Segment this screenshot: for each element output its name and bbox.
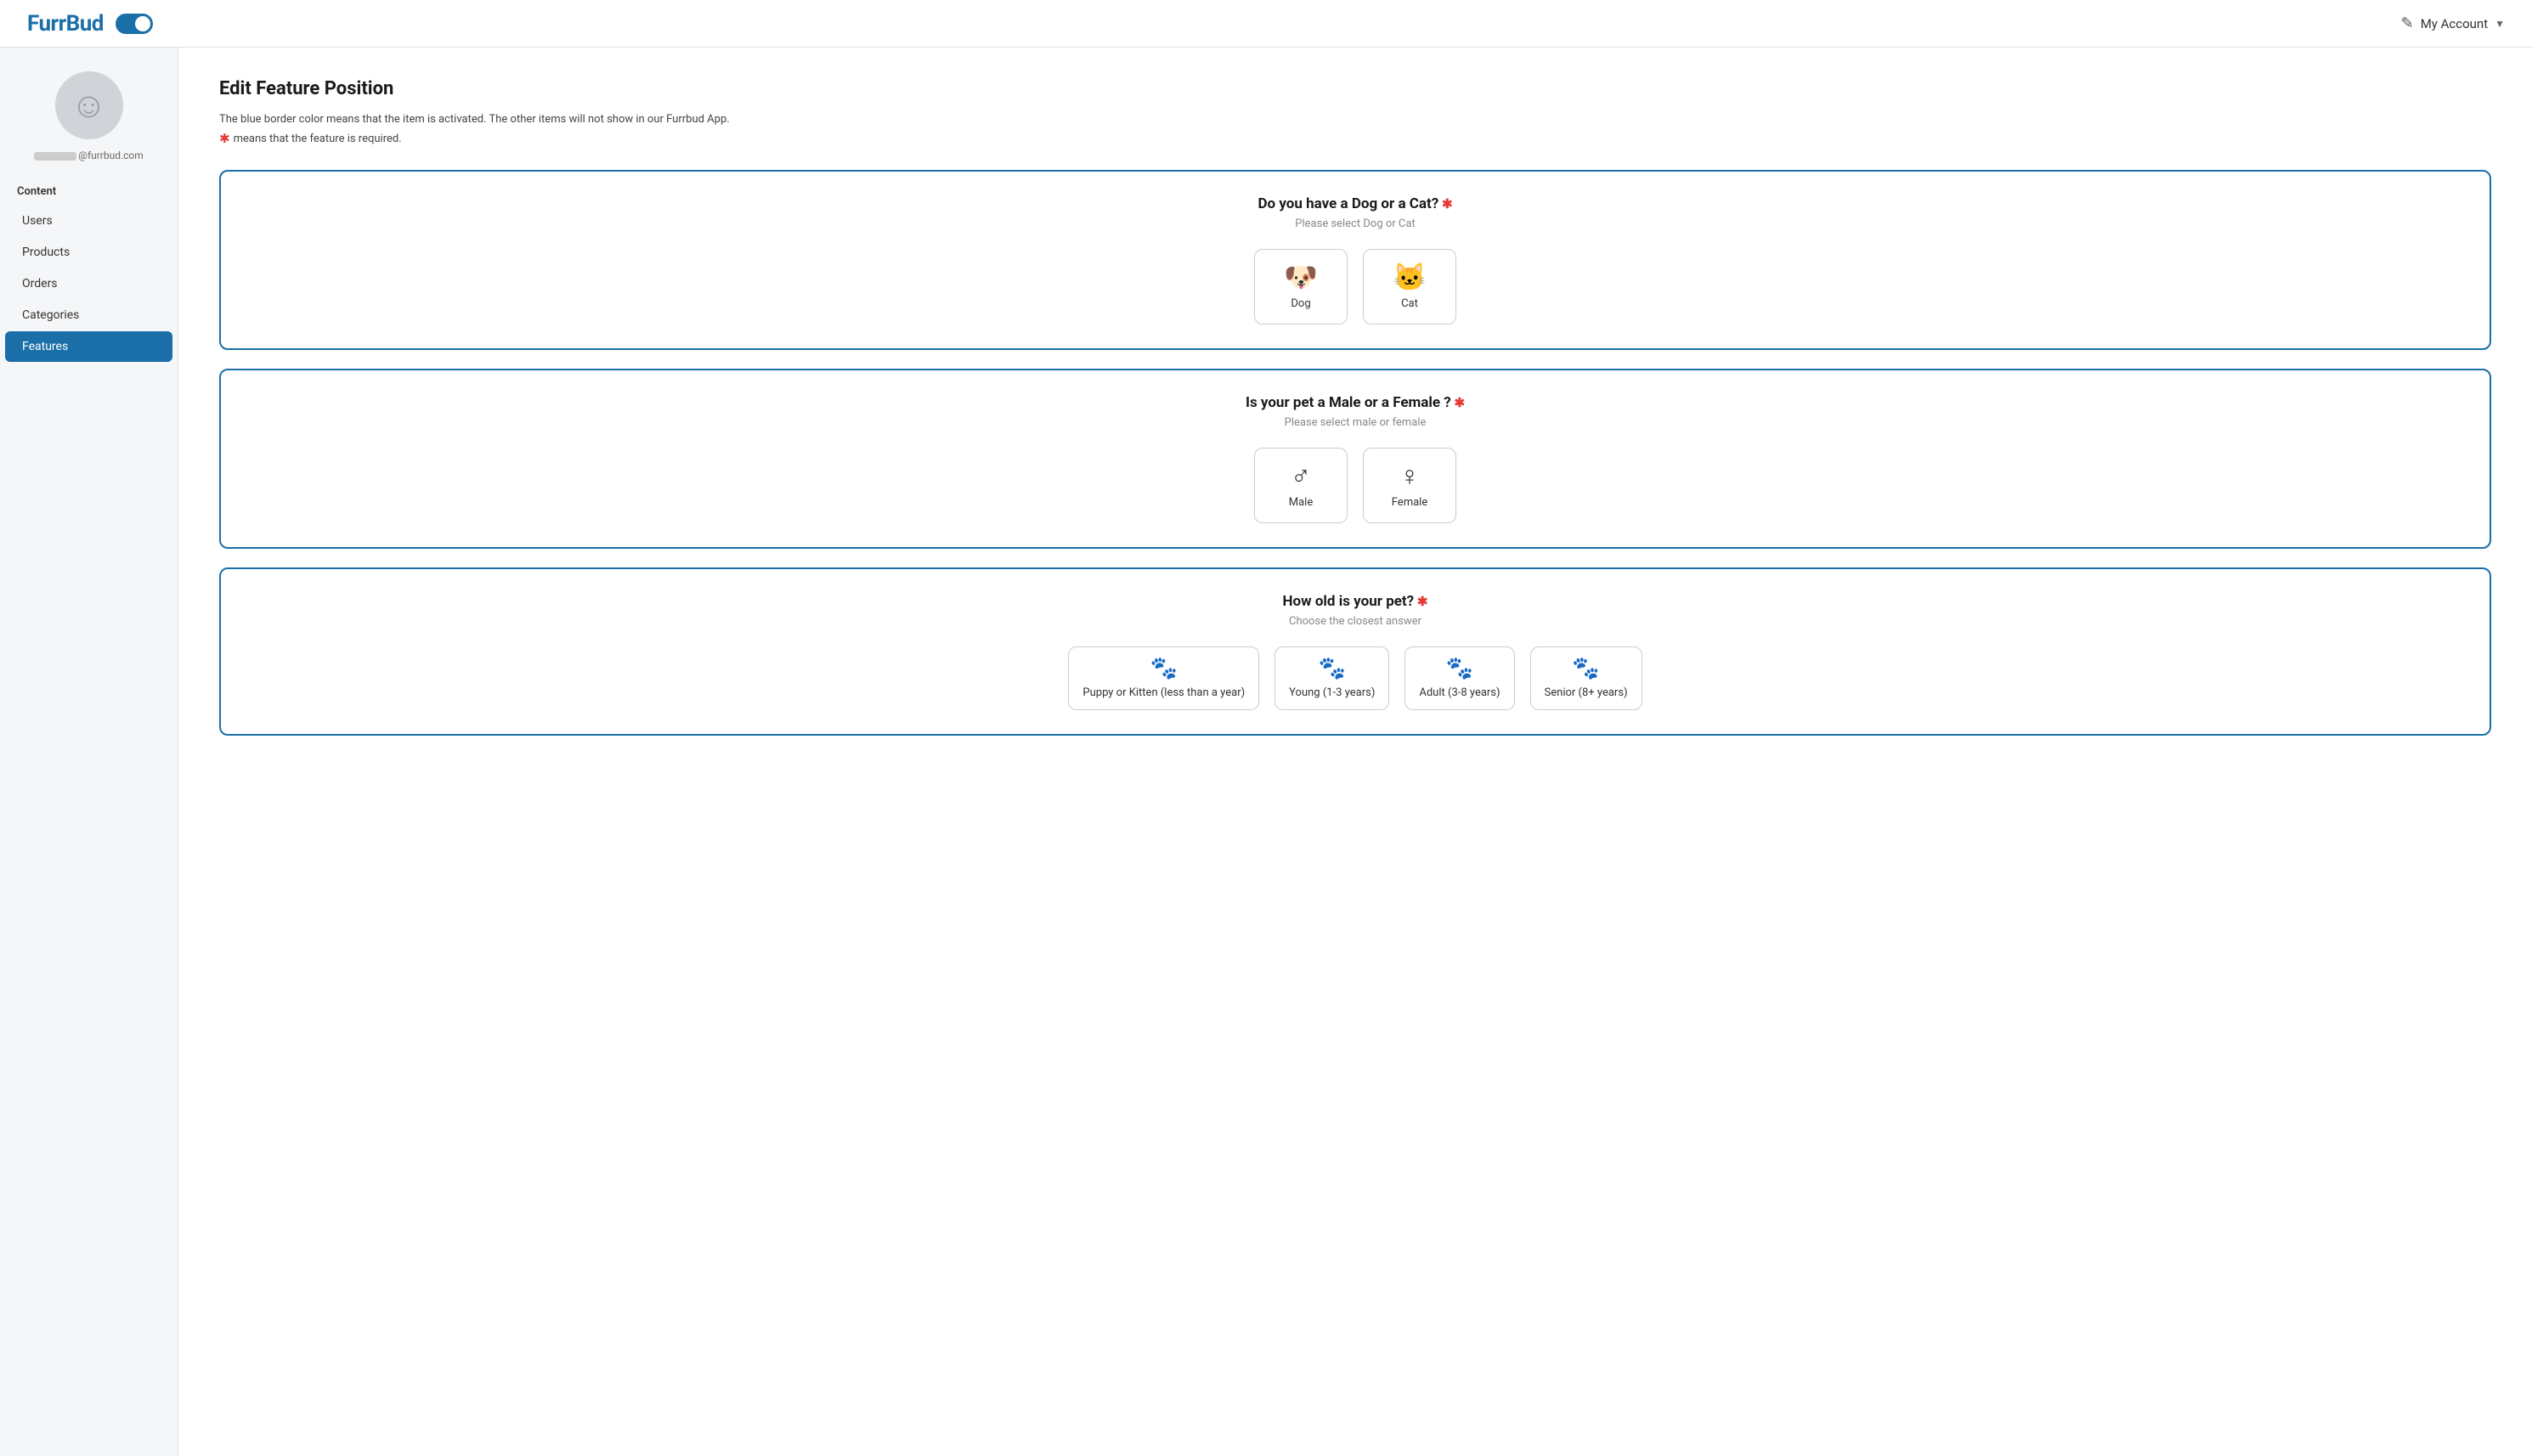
adult-icon: 🐾: [1446, 657, 1473, 680]
option-young[interactable]: 🐾 Young (1-3 years): [1274, 646, 1389, 710]
option-dog[interactable]: 🐶 Dog: [1254, 249, 1348, 324]
card-age-title: How old is your pet? ✱: [248, 593, 2462, 610]
option-female[interactable]: ♀ Female: [1363, 448, 1456, 523]
avatar-icon: ☺: [71, 85, 107, 127]
required-star-dog-cat: ✱: [1438, 196, 1452, 212]
card-gender-options: ♂ Male ♀ Female: [248, 448, 2462, 523]
female-label: Female: [1392, 496, 1427, 509]
my-account-label: My Account: [2421, 16, 2488, 31]
sidebar-item-products[interactable]: Products: [5, 237, 172, 268]
required-star: ✱: [219, 131, 230, 146]
description-line: The blue border color means that the ite…: [219, 113, 2491, 126]
my-account-button[interactable]: ✎ My Account ▼: [2401, 14, 2505, 32]
senior-icon: 🐾: [1572, 657, 1599, 680]
young-icon: 🐾: [1319, 657, 1346, 680]
logo-text: FurrBud: [27, 11, 104, 37]
required-star-gender: ✱: [1451, 395, 1465, 410]
sidebar-item-orders[interactable]: Orders: [5, 268, 172, 299]
senior-label: Senior (8+ years): [1545, 686, 1628, 699]
option-adult[interactable]: 🐾 Adult (3-8 years): [1404, 646, 1514, 710]
card-gender-subtitle: Please select male or female: [248, 416, 2462, 429]
cat-icon: 🐱: [1393, 263, 1427, 291]
cat-label: Cat: [1401, 297, 1418, 310]
page-title: Edit Feature Position: [219, 78, 2491, 99]
card-age-options: 🐾 Puppy or Kitten (less than a year) 🐾 Y…: [248, 646, 2462, 710]
chevron-down-icon: ▼: [2495, 18, 2505, 30]
young-label: Young (1-3 years): [1289, 686, 1375, 699]
logo-area: FurrBud: [27, 11, 153, 37]
adult-label: Adult (3-8 years): [1419, 686, 1500, 699]
card-gender-title: Is your pet a Male or a Female ? ✱: [248, 394, 2462, 411]
avatar: ☺: [55, 71, 123, 139]
option-cat[interactable]: 🐱 Cat: [1363, 249, 1456, 324]
top-nav: FurrBud ✎ My Account ▼: [0, 0, 2532, 48]
sidebar-item-users[interactable]: Users: [5, 206, 172, 236]
puppy-icon: 🐾: [1150, 657, 1178, 680]
feature-card-gender: Is your pet a Male or a Female ? ✱ Pleas…: [219, 369, 2491, 549]
option-male[interactable]: ♂ Male: [1254, 448, 1348, 523]
user-email: @furrbud.com: [34, 150, 144, 161]
feature-card-age: How old is your pet? ✱ Choose the closes…: [219, 567, 2491, 736]
sidebar-section-label: Content: [0, 185, 178, 205]
main-content: Edit Feature Position The blue border co…: [178, 48, 2532, 1456]
puppy-label: Puppy or Kitten (less than a year): [1082, 686, 1245, 699]
dog-icon: 🐶: [1284, 263, 1318, 291]
required-note: ✱ means that the feature is required.: [219, 131, 2491, 146]
sidebar-item-categories[interactable]: Categories: [5, 300, 172, 330]
option-senior[interactable]: 🐾 Senior (8+ years): [1530, 646, 1642, 710]
feature-card-dog-cat: Do you have a Dog or a Cat? ✱ Please sel…: [219, 170, 2491, 350]
sidebar-nav: Users Products Orders Categories Feature…: [0, 205, 178, 363]
option-puppy[interactable]: 🐾 Puppy or Kitten (less than a year): [1068, 646, 1259, 710]
card-dog-cat-title: Do you have a Dog or a Cat? ✱: [248, 195, 2462, 212]
male-icon: ♂: [1291, 462, 1311, 489]
card-dog-cat-subtitle: Please select Dog or Cat: [248, 217, 2462, 230]
required-star-age: ✱: [1414, 594, 1427, 609]
sidebar: ☺ @furrbud.com Content Users Products Or…: [0, 48, 178, 1456]
account-icon: ✎: [2401, 14, 2414, 32]
card-age-subtitle: Choose the closest answer: [248, 615, 2462, 628]
email-redacted: [34, 152, 76, 161]
dog-label: Dog: [1291, 297, 1310, 310]
male-label: Male: [1289, 496, 1313, 509]
main-layout: ☺ @furrbud.com Content Users Products Or…: [0, 48, 2532, 1456]
sidebar-item-features[interactable]: Features: [5, 331, 172, 362]
theme-toggle[interactable]: [116, 14, 153, 34]
card-dog-cat-options: 🐶 Dog 🐱 Cat: [248, 249, 2462, 324]
female-icon: ♀: [1399, 462, 1420, 489]
